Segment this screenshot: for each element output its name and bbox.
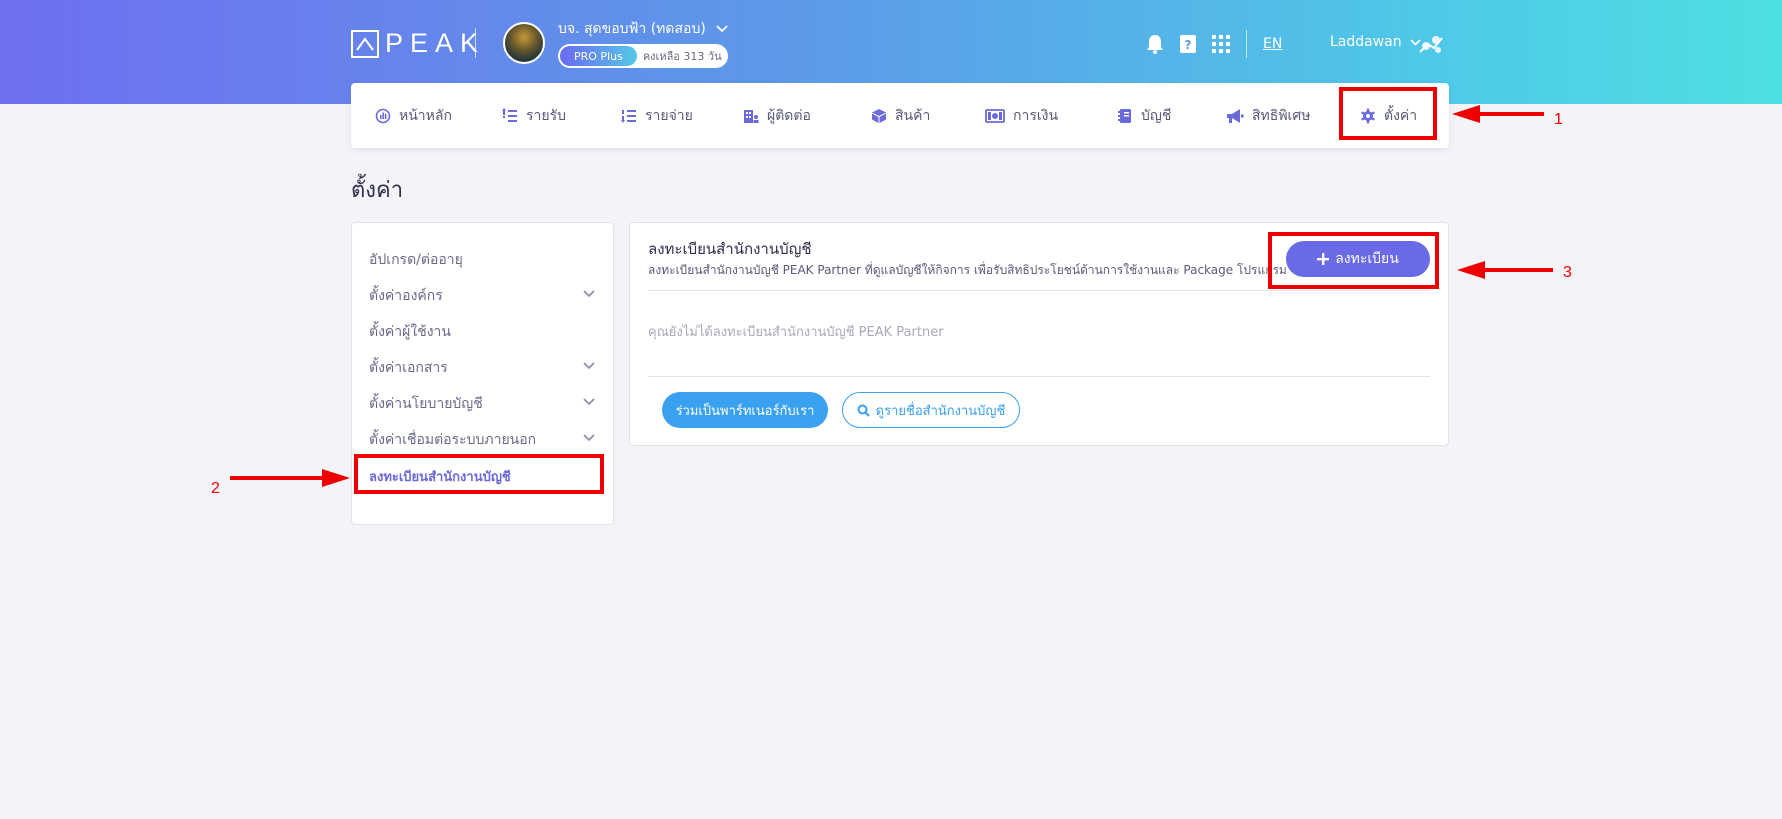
nav-item-label: สินค้า [895,107,931,124]
nav-item-accounting[interactable]: บัญชี [1117,83,1171,148]
main-nav: หน้าหลัก รายรับ รายจ่าย ผู้ติดต่อ สินค้า… [351,83,1449,148]
nav-item-label: รายจ่าย [645,107,693,124]
join-partner-button[interactable]: ร่วมเป็นพาร์ทเนอร์กับเรา [662,392,828,428]
highlight-box-register [1268,232,1439,289]
user-avatar-icon[interactable] [1418,30,1446,58]
language-toggle[interactable]: EN [1263,36,1282,52]
company-selector[interactable]: บจ. สุดขอบฟ้า (ทดสอบ) [558,18,728,40]
page-title: ตั้งค่า [351,178,404,203]
income-icon [502,107,518,124]
divider [648,290,1430,291]
nav-item-label: การเงิน [1013,107,1059,124]
chevron-down-icon[interactable] [582,287,596,301]
annotation-arrow [1483,268,1553,272]
nav-item-products[interactable]: สินค้า [871,83,930,148]
divider [648,376,1430,377]
nav-item-label: หน้าหลัก [399,107,452,124]
arrowhead-icon [1452,105,1480,123]
nav-item-income[interactable]: รายรับ [502,83,566,148]
chevron-down-icon [716,25,728,33]
nav-item-label: ผู้ติดต่อ [767,107,811,124]
svg-text:?: ? [1185,38,1192,52]
peak-logo[interactable]: PEAK [351,28,485,59]
sidebar-item-users[interactable]: ตั้งค่าผู้ใช้งาน [369,321,451,343]
annotation-number: 3 [1563,264,1572,281]
annotation-number: 2 [211,480,220,497]
arrowhead-icon [322,469,350,487]
chevron-down-icon[interactable] [582,431,596,445]
apps-grid-icon[interactable] [1211,34,1231,54]
username: Laddawan [1330,34,1402,50]
nav-item-home[interactable]: หน้าหลัก [375,83,452,148]
nav-item-label: สิทธิพิเศษ [1252,107,1311,124]
arrowhead-icon [1457,261,1485,279]
nav-item-privileges[interactable]: สิทธิพิเศษ [1226,83,1310,148]
help-book-icon[interactable]: ? [1178,34,1198,54]
annotation-arrow [230,476,328,480]
megaphone-icon [1226,108,1244,124]
money-icon [985,108,1005,124]
search-icon [857,404,870,417]
company-avatar[interactable] [503,22,545,64]
sidebar-item-organization[interactable]: ตั้งค่าองค์กร [369,285,443,307]
nav-item-finance[interactable]: การเงิน [985,83,1058,148]
logo-mark-icon [351,29,379,58]
bell-icon[interactable] [1145,34,1165,54]
plan-badge: PRO Plus [560,46,637,66]
annotation-arrow [1478,112,1544,116]
product-box-icon [871,108,887,124]
nav-item-expense[interactable]: รายจ่าย [621,83,693,148]
highlight-box-sidebar [354,454,604,494]
sidebar-item-upgrade[interactable]: อัปเกรด/ต่ออายุ [369,249,463,271]
header-divider [475,28,476,58]
dashboard-icon [375,108,391,124]
sidebar-item-accounting-policy[interactable]: ตั้งค่านโยบายบัญชี [369,393,483,415]
plan-remaining: คงเหลือ 313 วัน [642,50,722,63]
header-actions: ? EN [1145,30,1282,58]
annotation-number: 1 [1554,111,1563,128]
plan-status[interactable]: PRO Plus คงเหลือ 313 วัน [558,44,728,68]
view-firm-list-label: ดูรายชื่อสำนักงานบัญชี [875,403,1006,419]
logo-text: PEAK [385,28,486,58]
contacts-icon [743,108,759,124]
card-description: ลงทะเบียนสำนักงานบัญชี PEAK Partner ที่ด… [648,263,1287,277]
empty-state-message: คุณยังไม่ได้ลงทะเบียนสำนักงานบัญชี PEAK … [648,325,944,340]
nav-item-contacts[interactable]: ผู้ติดต่อ [743,83,811,148]
card-title: ลงทะเบียนสำนักงานบัญชี [648,240,812,258]
chevron-down-icon[interactable] [582,395,596,409]
company-name: บจ. สุดขอบฟ้า (ทดสอบ) [558,21,706,37]
header-divider [1246,30,1247,58]
expense-icon [621,108,637,124]
highlight-box-settings [1339,87,1437,140]
sidebar-item-integrations[interactable]: ตั้งค่าเชื่อมต่อระบบภายนอก [369,429,536,451]
ledger-icon [1117,108,1133,124]
user-menu[interactable]: Laddawan [1330,34,1421,50]
view-firm-list-button[interactable]: ดูรายชื่อสำนักงานบัญชี [842,392,1020,428]
chevron-down-icon[interactable] [582,359,596,373]
nav-item-label: บัญชี [1141,107,1172,124]
nav-item-label: รายรับ [526,107,566,124]
sidebar-item-documents[interactable]: ตั้งค่าเอกสาร [369,357,448,379]
